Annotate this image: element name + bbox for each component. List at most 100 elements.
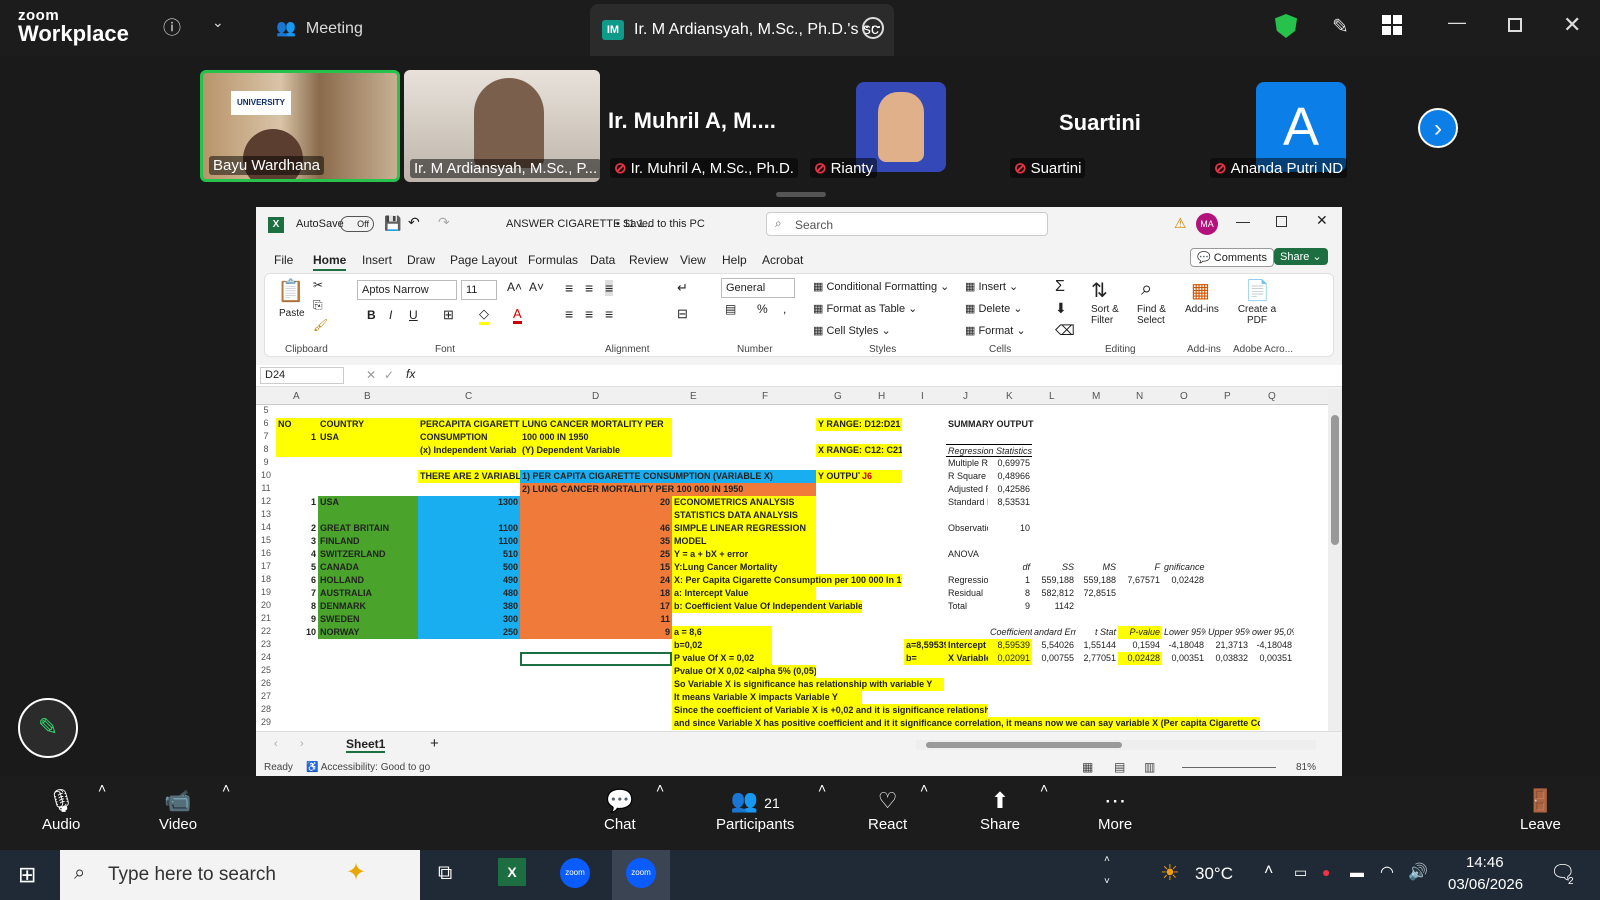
cell[interactable]: 0,02428	[1118, 652, 1162, 665]
cell[interactable]: SWITZERLAND	[318, 548, 418, 561]
copy-icon[interactable]: ⎘	[313, 298, 323, 313]
cell[interactable]: 2,77051	[1074, 652, 1118, 665]
undo-icon[interactable]: ↶	[408, 214, 420, 231]
cell[interactable]: b: Coefficient Value Of Independent Vari…	[672, 600, 862, 613]
row-header[interactable]: 10	[256, 470, 276, 480]
cell[interactable]: 11	[520, 613, 672, 626]
cell[interactable]: LUNG CANCER MORTALITY PER	[520, 418, 672, 431]
align-bottom-icon[interactable]: ≡	[605, 280, 614, 296]
vertical-scrollbar[interactable]	[1328, 389, 1342, 731]
row-header[interactable]: 13	[256, 509, 276, 519]
zoom-percentage[interactable]: 81%	[1296, 762, 1316, 773]
column-header[interactable]: J	[963, 391, 968, 402]
cell[interactable]: 1	[988, 574, 1032, 587]
cell[interactable]: CANADA	[318, 561, 418, 574]
windows-start-icon[interactable]: ⊞	[18, 862, 36, 888]
cell[interactable]: DENMARK	[318, 600, 418, 613]
cell[interactable]: Observatio	[946, 522, 988, 535]
row-header[interactable]: 11	[256, 483, 276, 493]
excel-close-icon[interactable]: ✕	[1316, 212, 1328, 229]
cell[interactable]: 1100	[418, 522, 520, 535]
zoom-slider[interactable]	[1182, 767, 1276, 768]
zoom-taskbar-icon[interactable]: zoom	[560, 858, 590, 888]
chat-button[interactable]: 💬 Chat	[604, 788, 636, 833]
autosave-toggle[interactable]: Off	[340, 216, 374, 232]
meeting-tab[interactable]: 👥 Meeting	[276, 18, 363, 38]
participant-tile[interactable]: Ir. Muhril A, M.... ⊘ Ir. Muhril A, M.Sc.…	[604, 70, 800, 182]
tab-home[interactable]: Home	[313, 253, 347, 271]
cell[interactable]: Coefficients	[988, 626, 1032, 639]
battery-icon[interactable]: ▬	[1350, 864, 1364, 880]
cell[interactable]: 1142	[1032, 600, 1076, 613]
sheet-tab-sheet1[interactable]: Sheet1	[346, 737, 386, 753]
gallery-view-icon[interactable]	[1382, 15, 1402, 35]
cell[interactable]: F	[1118, 561, 1162, 574]
cell[interactable]: ANOVA	[946, 548, 1006, 561]
cell[interactable]: 35	[520, 535, 672, 548]
row-header[interactable]: 18	[256, 574, 276, 584]
cell[interactable]: USA	[318, 431, 418, 444]
fill-color-icon[interactable]: ◇	[479, 306, 489, 325]
cell[interactable]: HOLLAND	[318, 574, 418, 587]
cell[interactable]: Upper 95%	[1206, 626, 1250, 639]
row-header[interactable]: 27	[256, 691, 276, 701]
cell[interactable]: 8	[276, 600, 318, 613]
cell[interactable]: (x) Independent Variab	[418, 444, 520, 457]
normal-view-icon[interactable]: ▦	[1082, 760, 1093, 774]
column-header[interactable]: A	[293, 391, 300, 402]
cell[interactable]: NORWAY	[318, 626, 418, 639]
participant-tile[interactable]: Ir. M Ardiansyah, M.Sc., P...	[404, 70, 600, 182]
tab-file[interactable]: File	[274, 253, 293, 267]
comments-button[interactable]: 💬 Comments	[1190, 248, 1274, 267]
cell[interactable]: 1) PER CAPITA CIGARETTE CONSUMPTION (VAR…	[520, 470, 816, 483]
cell[interactable]: 5,54026	[1032, 639, 1076, 652]
column-header[interactable]: E	[690, 391, 697, 402]
row-header[interactable]: 17	[256, 561, 276, 571]
clock-date[interactable]: 03/06/2026	[1448, 876, 1523, 893]
row-header[interactable]: 19	[256, 587, 276, 597]
participant-tile[interactable]: ⊘ Rianty	[804, 70, 1000, 182]
column-header[interactable]: C	[465, 391, 472, 402]
column-header[interactable]: K	[1006, 391, 1013, 402]
cell[interactable]: SIMPLE LINEAR REGRESSION	[672, 522, 816, 535]
row-header[interactable]: 21	[256, 613, 276, 623]
cell[interactable]: 9	[988, 600, 1032, 613]
sort-filter-label[interactable]: Sort & Filter	[1091, 304, 1131, 326]
cell[interactable]: 0,69975	[988, 457, 1032, 470]
cell[interactable]: MODEL	[672, 535, 816, 548]
selected-cell[interactable]	[520, 652, 672, 666]
cell[interactable]: R Square	[946, 470, 988, 483]
underline-icon[interactable]: U	[409, 308, 418, 322]
page-break-view-icon[interactable]: ▥	[1144, 760, 1155, 774]
scroll-down-icon[interactable]: ˅	[1104, 876, 1110, 887]
redo-icon[interactable]: ↷	[438, 214, 450, 231]
cell[interactable]: 4	[276, 548, 318, 561]
clear-icon[interactable]: ⌫	[1055, 322, 1075, 339]
volume-icon[interactable]: 🔊	[1408, 862, 1428, 882]
cell[interactable]: 0,02428	[1162, 574, 1206, 587]
cell[interactable]: Multiple R	[946, 457, 988, 470]
cell[interactable]: 0,00351	[1162, 652, 1206, 665]
cell[interactable]: b=	[904, 652, 946, 665]
name-box[interactable]: D24	[260, 367, 344, 384]
borders-icon[interactable]: ⊞	[443, 307, 454, 323]
zoom-active-taskbar-item[interactable]: zoom	[612, 850, 670, 900]
info-icon[interactable]: ⓘ	[163, 14, 181, 40]
prev-sheet-icon[interactable]: ‹	[274, 738, 278, 750]
row-header[interactable]: 12	[256, 496, 276, 506]
cell[interactable]: AUSTRALIA	[318, 587, 418, 600]
row-header[interactable]: 20	[256, 600, 276, 610]
cell[interactable]: and since Variable X has positive coeffi…	[672, 717, 1260, 730]
tab-page-layout[interactable]: Page Layout	[450, 253, 517, 267]
annotation-tool-button[interactable]: ✎	[18, 698, 78, 758]
excel-restore-icon[interactable]	[1276, 216, 1287, 227]
cell[interactable]: 9	[520, 626, 672, 639]
row-header[interactable]: 23	[256, 639, 276, 649]
cell[interactable]: andard Erro	[1032, 626, 1076, 639]
row-header[interactable]: 16	[256, 548, 276, 558]
cell[interactable]: Y RANGE: D12:D21	[816, 418, 902, 431]
scroll-up-icon[interactable]: ˄	[1104, 854, 1110, 865]
cell[interactable]: X: Per Capita Cigarette Consumption per …	[672, 574, 902, 587]
more-button[interactable]: ⋯ More	[1098, 788, 1132, 833]
cell[interactable]: 10	[276, 626, 318, 639]
